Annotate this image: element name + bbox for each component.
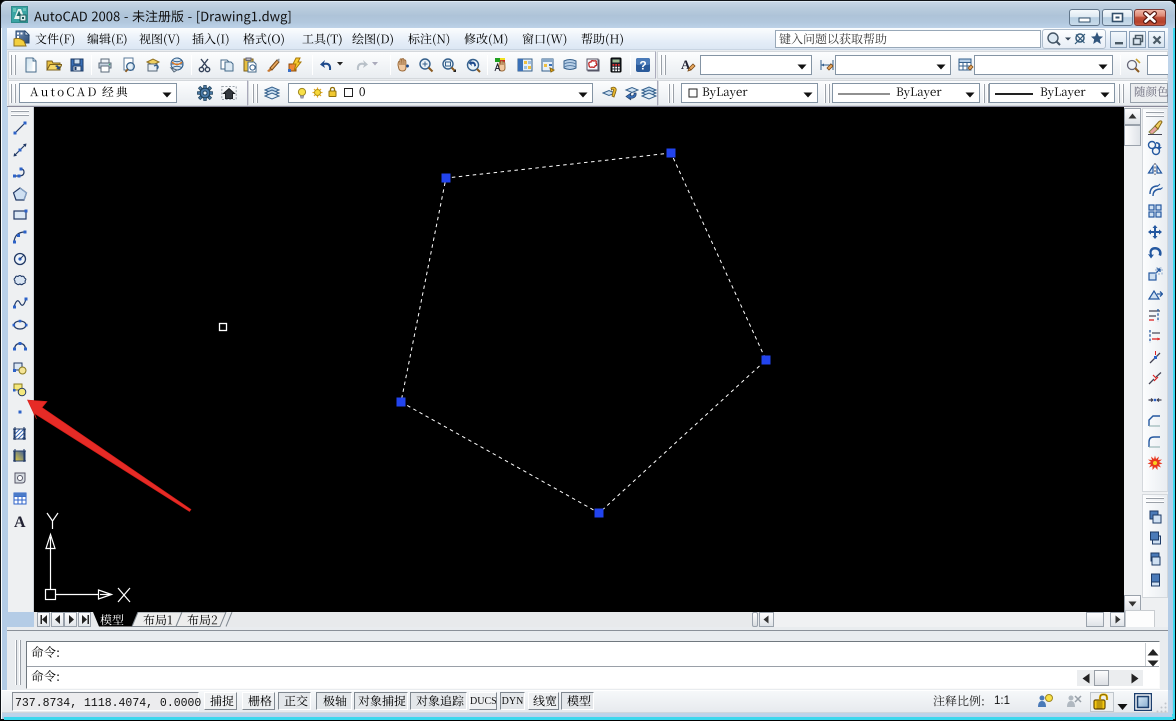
svg-text:?: ? — [639, 59, 646, 73]
